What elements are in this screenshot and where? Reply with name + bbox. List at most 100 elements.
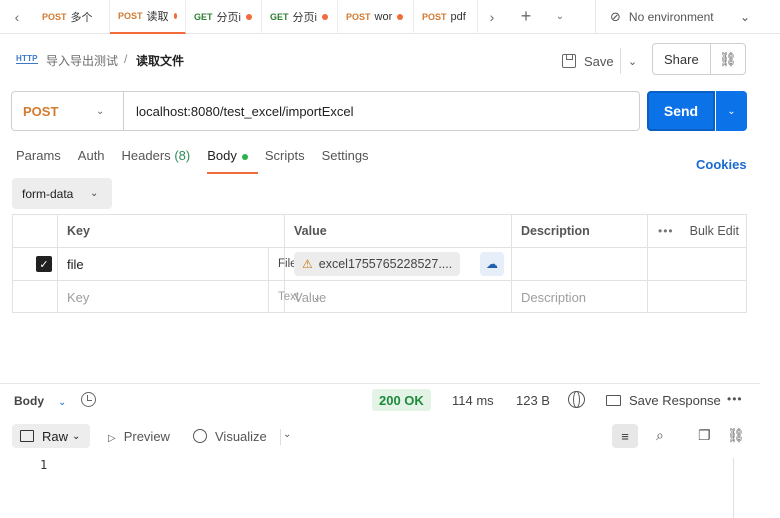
breadcrumb-parent[interactable]: 导入导出测试 (46, 52, 118, 69)
chevron-down-icon: ⌄ (739, 10, 750, 24)
history-icon[interactable] (81, 392, 96, 407)
wrap-lines-icon[interactable]: ≡ (612, 424, 638, 448)
http-icon: HTTP (16, 54, 38, 64)
view-mode-select[interactable]: Raw ⌄ (12, 424, 90, 448)
environment-selector[interactable]: ⊘ No environment ⌄ (595, 0, 780, 34)
share-button-group: Share ⛓ (652, 43, 746, 75)
request-name[interactable]: 读取文件 (136, 52, 184, 69)
save-label: Save (584, 53, 614, 69)
header-value: Value (285, 215, 512, 247)
bulk-edit-button[interactable]: Bulk Edit (690, 224, 739, 238)
breadcrumb-separator: / (124, 52, 128, 66)
request-tab-active[interactable]: POST 读取 (110, 0, 186, 34)
key-placeholder: Key (67, 289, 90, 305)
table-header-row: Key Value Description ••• Bulk Edit (13, 215, 746, 248)
row-description-cell[interactable] (512, 248, 648, 280)
response-code-area[interactable]: 1 (0, 452, 750, 518)
response-time[interactable]: 114 ms (452, 393, 494, 408)
visualize-button[interactable]: Visualize (193, 429, 267, 444)
bulk-edit-cell: ••• Bulk Edit (648, 215, 746, 247)
request-tab-bar: ‹ POST 多个 POST 读取 GET 分页i GET 分页i POST w… (0, 0, 780, 34)
search-icon[interactable]: ⌕ (656, 427, 664, 444)
response-body-select[interactable]: Body ⌄ (14, 394, 66, 408)
environment-label: No environment (628, 10, 714, 24)
breadcrumb: HTTP 导入导出测试 / 读取文件 Save ⌄ Share ⛓ (0, 42, 780, 76)
scrollbar[interactable] (733, 458, 734, 518)
key-placeholder-cell[interactable]: Key Text ⌄ (58, 281, 321, 313)
chevron-left-icon[interactable]: ‹ (0, 0, 34, 34)
tab-title: wor (374, 10, 393, 23)
row-checkbox[interactable]: ✓ (36, 256, 52, 272)
share-button[interactable]: Share (653, 52, 710, 67)
save-options-button[interactable]: ⌄ (620, 48, 644, 74)
row-value-cell[interactable]: ⚠ excel1755765228527.... ☁ (285, 248, 512, 280)
request-tab[interactable]: POST 多个 (34, 0, 110, 34)
save-button[interactable]: Save (562, 48, 614, 74)
header-key: Key (58, 215, 285, 247)
tab-body-label: Body (207, 148, 237, 163)
raw-icon (20, 430, 34, 442)
tab-method: GET (194, 11, 213, 22)
link-icon[interactable]: ⛓ (709, 44, 745, 74)
tab-method: GET (270, 11, 289, 22)
preview-button[interactable]: ▷ Preview (108, 429, 170, 444)
method-value: POST (23, 103, 59, 119)
plus-icon[interactable]: + (506, 0, 546, 34)
file-name: excel1755765228527.... (318, 257, 453, 271)
unsaved-dot (245, 13, 252, 20)
response-view-bar: Raw ⌄ ▷ Preview Visualize ⌄ ≡ ⌕ ❐ ⛓ (0, 420, 760, 452)
globe-icon[interactable] (568, 391, 585, 408)
link-icon[interactable]: ⛓ (727, 427, 745, 444)
table-row: ✓ file File ⌄ ⚠ excel1755765228527.... ☁ (13, 248, 746, 281)
tab-params[interactable]: Params (16, 148, 61, 174)
tab-method: POST (346, 11, 371, 22)
visualize-icon (193, 429, 207, 443)
tab-headers-label: Headers (121, 148, 171, 163)
chevron-down-icon[interactable]: ⌄ (280, 429, 291, 445)
tab-title: 多个 (70, 11, 93, 24)
tab-title: 分页i (292, 11, 317, 24)
table-row-empty: Key Text ⌄ Value Description (13, 281, 746, 314)
response-body-label: Body (14, 394, 44, 408)
file-chip[interactable]: ⚠ excel1755765228527.... (294, 252, 461, 276)
request-tab[interactable]: POST pdf (414, 0, 478, 34)
method-select[interactable]: POST ⌄ (12, 92, 124, 130)
tab-settings[interactable]: Settings (322, 148, 369, 174)
body-type-select[interactable]: form-data ⌄ (12, 178, 112, 209)
chevron-down-icon: ⌄ (72, 430, 81, 442)
tab-headers[interactable]: Headers (8) (122, 148, 191, 174)
upload-cloud-icon[interactable]: ☁ (480, 252, 504, 276)
visualize-label: Visualize (215, 429, 267, 444)
send-button[interactable]: Send (647, 91, 715, 131)
status-badge[interactable]: 200 OK (372, 389, 431, 411)
copy-icon[interactable]: ❐ (698, 427, 711, 444)
tab-body[interactable]: Body (207, 148, 258, 174)
tab-scripts[interactable]: Scripts (265, 148, 305, 174)
tab-auth[interactable]: Auth (78, 148, 105, 174)
response-size[interactable]: 123 B (516, 393, 550, 408)
active-dot (241, 153, 248, 160)
tab-title: 分页i (216, 11, 241, 24)
request-tab[interactable]: POST wor (338, 0, 414, 34)
request-tab[interactable]: GET 分页i (262, 0, 338, 34)
tab-title: 读取 (146, 10, 169, 23)
chevron-right-icon[interactable]: › (478, 0, 506, 34)
url-input[interactable]: localhost:8080/test_excel/importExcel (124, 104, 354, 119)
tab-method: POST (118, 10, 143, 21)
row-key-cell[interactable]: file File ⌄ (58, 248, 321, 280)
header-description: Description (512, 215, 648, 247)
value-placeholder[interactable]: Value (285, 281, 512, 313)
body-type-value: form-data (22, 186, 74, 201)
save-response-button[interactable]: Save Response (606, 393, 721, 408)
cookies-link[interactable]: Cookies (696, 157, 747, 172)
row-checkbox-cell (13, 281, 58, 313)
request-tab[interactable]: GET 分页i (186, 0, 262, 34)
more-icon[interactable]: ••• (658, 224, 674, 238)
description-placeholder[interactable]: Description (512, 281, 648, 313)
more-icon[interactable]: ••• (727, 392, 743, 406)
unsaved-dot (321, 13, 328, 20)
chevron-down-icon[interactable]: ⌄ (546, 0, 574, 34)
row-extra-cell (648, 248, 746, 280)
request-url-bar: POST ⌄ localhost:8080/test_excel/importE… (11, 91, 640, 131)
send-options-button[interactable]: ⌄ (716, 91, 747, 131)
